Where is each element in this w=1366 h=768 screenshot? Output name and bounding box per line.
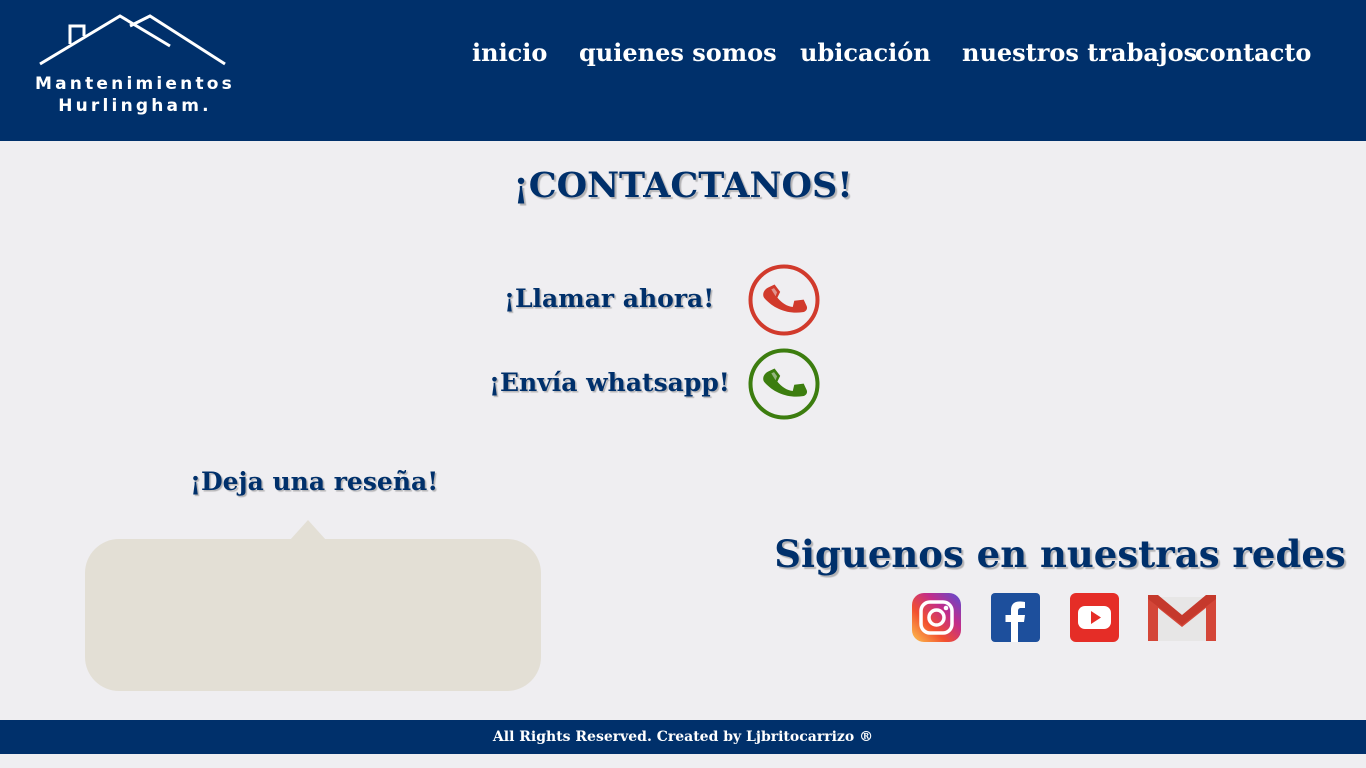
whatsapp-label: ¡Envía whatsapp! <box>489 368 730 397</box>
phone-icon <box>748 264 820 336</box>
review-title: ¡Deja una reseña! <box>190 467 439 496</box>
call-now-label: ¡Llamar ahora! <box>504 284 715 313</box>
brand-name-line2: Hurlingham. <box>58 96 212 116</box>
gmail-icon[interactable] <box>1148 593 1216 646</box>
facebook-icon[interactable] <box>991 593 1040 646</box>
phone-icon <box>748 348 820 420</box>
call-now-button[interactable] <box>748 264 820 336</box>
nav-item-nuestros-trabajos[interactable]: nuestros trabajos <box>962 38 1197 67</box>
youtube-icon[interactable] <box>1070 593 1119 646</box>
page-title: ¡CONTACTANOS! <box>513 165 853 206</box>
brand-name-line1: Mantenimientos <box>35 74 235 94</box>
header: Mantenimientos Hurlingham. inicio quiene… <box>0 0 1366 141</box>
nav-item-contacto[interactable]: contacto <box>1195 38 1311 67</box>
footer: All Rights Reserved. Created by Ljbritoc… <box>0 720 1366 754</box>
nav-item-inicio[interactable]: inicio <box>472 38 547 67</box>
whatsapp-button[interactable] <box>748 348 820 420</box>
instagram-icon[interactable] <box>912 593 961 646</box>
brand-logo[interactable]: Mantenimientos Hurlingham. <box>30 12 245 122</box>
nav-item-quienes-somos[interactable]: quienes somos <box>579 38 777 67</box>
nav-item-ubicacion[interactable]: ubicación <box>800 38 931 67</box>
review-box[interactable] <box>85 539 541 691</box>
review-bubble-arrow <box>290 520 326 540</box>
social-title: Siguenos en nuestras redes <box>774 532 1346 576</box>
house-roof-icon <box>39 14 226 66</box>
